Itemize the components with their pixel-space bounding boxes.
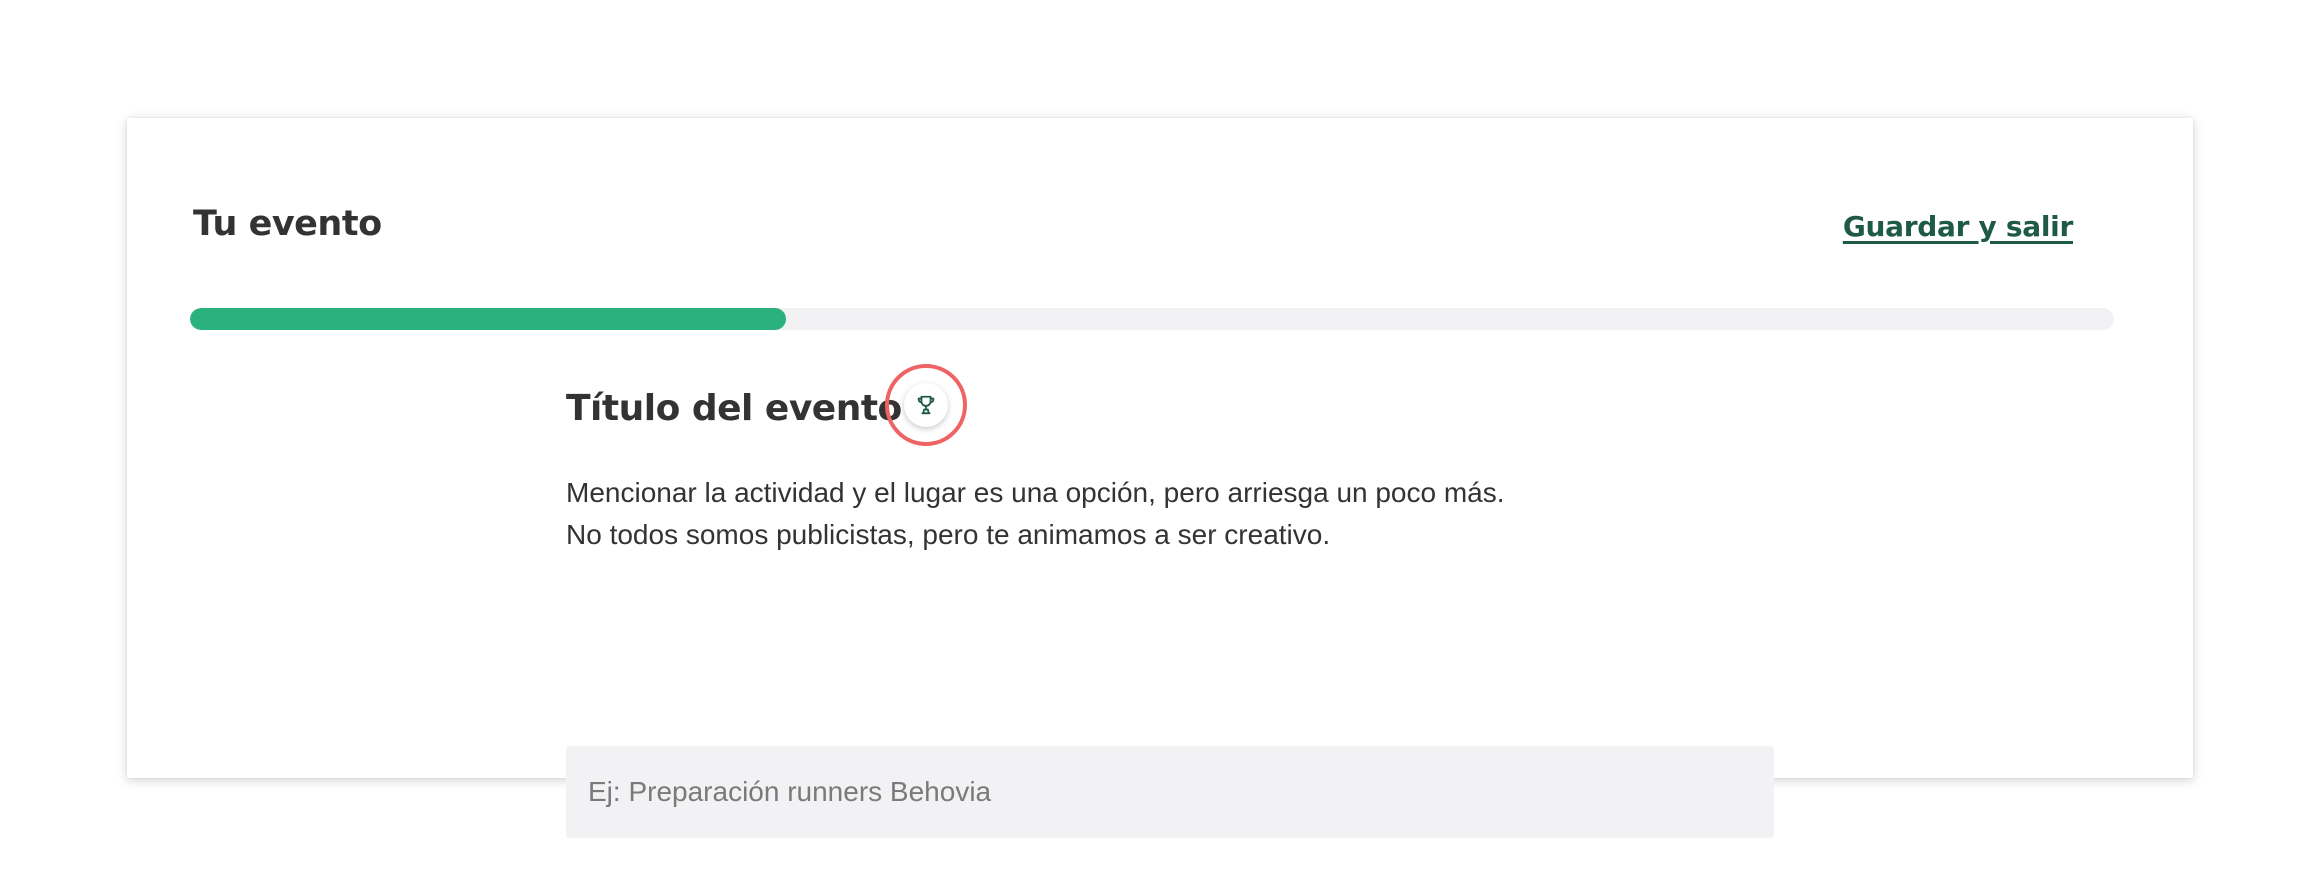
event-title-section: Título del evento Mencionar la actividad…	[566, 364, 1866, 838]
save-and-exit-link[interactable]: Guardar y salir	[1843, 210, 2073, 243]
event-card: Tu evento Guardar y salir Título del eve…	[127, 118, 2193, 838]
description-line: No todos somos publicistas, pero te anim…	[566, 519, 1331, 550]
section-title-row: Título del evento	[566, 364, 1866, 448]
card-title: Tu evento	[193, 204, 382, 244]
progress-bar-fill	[190, 308, 787, 330]
description-line: Mencionar la actividad y el lugar es una…	[566, 477, 1505, 508]
section-description: Mencionar la actividad y el lugar es una…	[566, 472, 1505, 556]
trophy-icon	[917, 395, 935, 415]
progress-bar	[190, 308, 2114, 330]
event-title-input[interactable]	[566, 746, 1774, 838]
section-title: Título del evento	[566, 388, 902, 429]
trophy-button[interactable]	[904, 383, 948, 427]
